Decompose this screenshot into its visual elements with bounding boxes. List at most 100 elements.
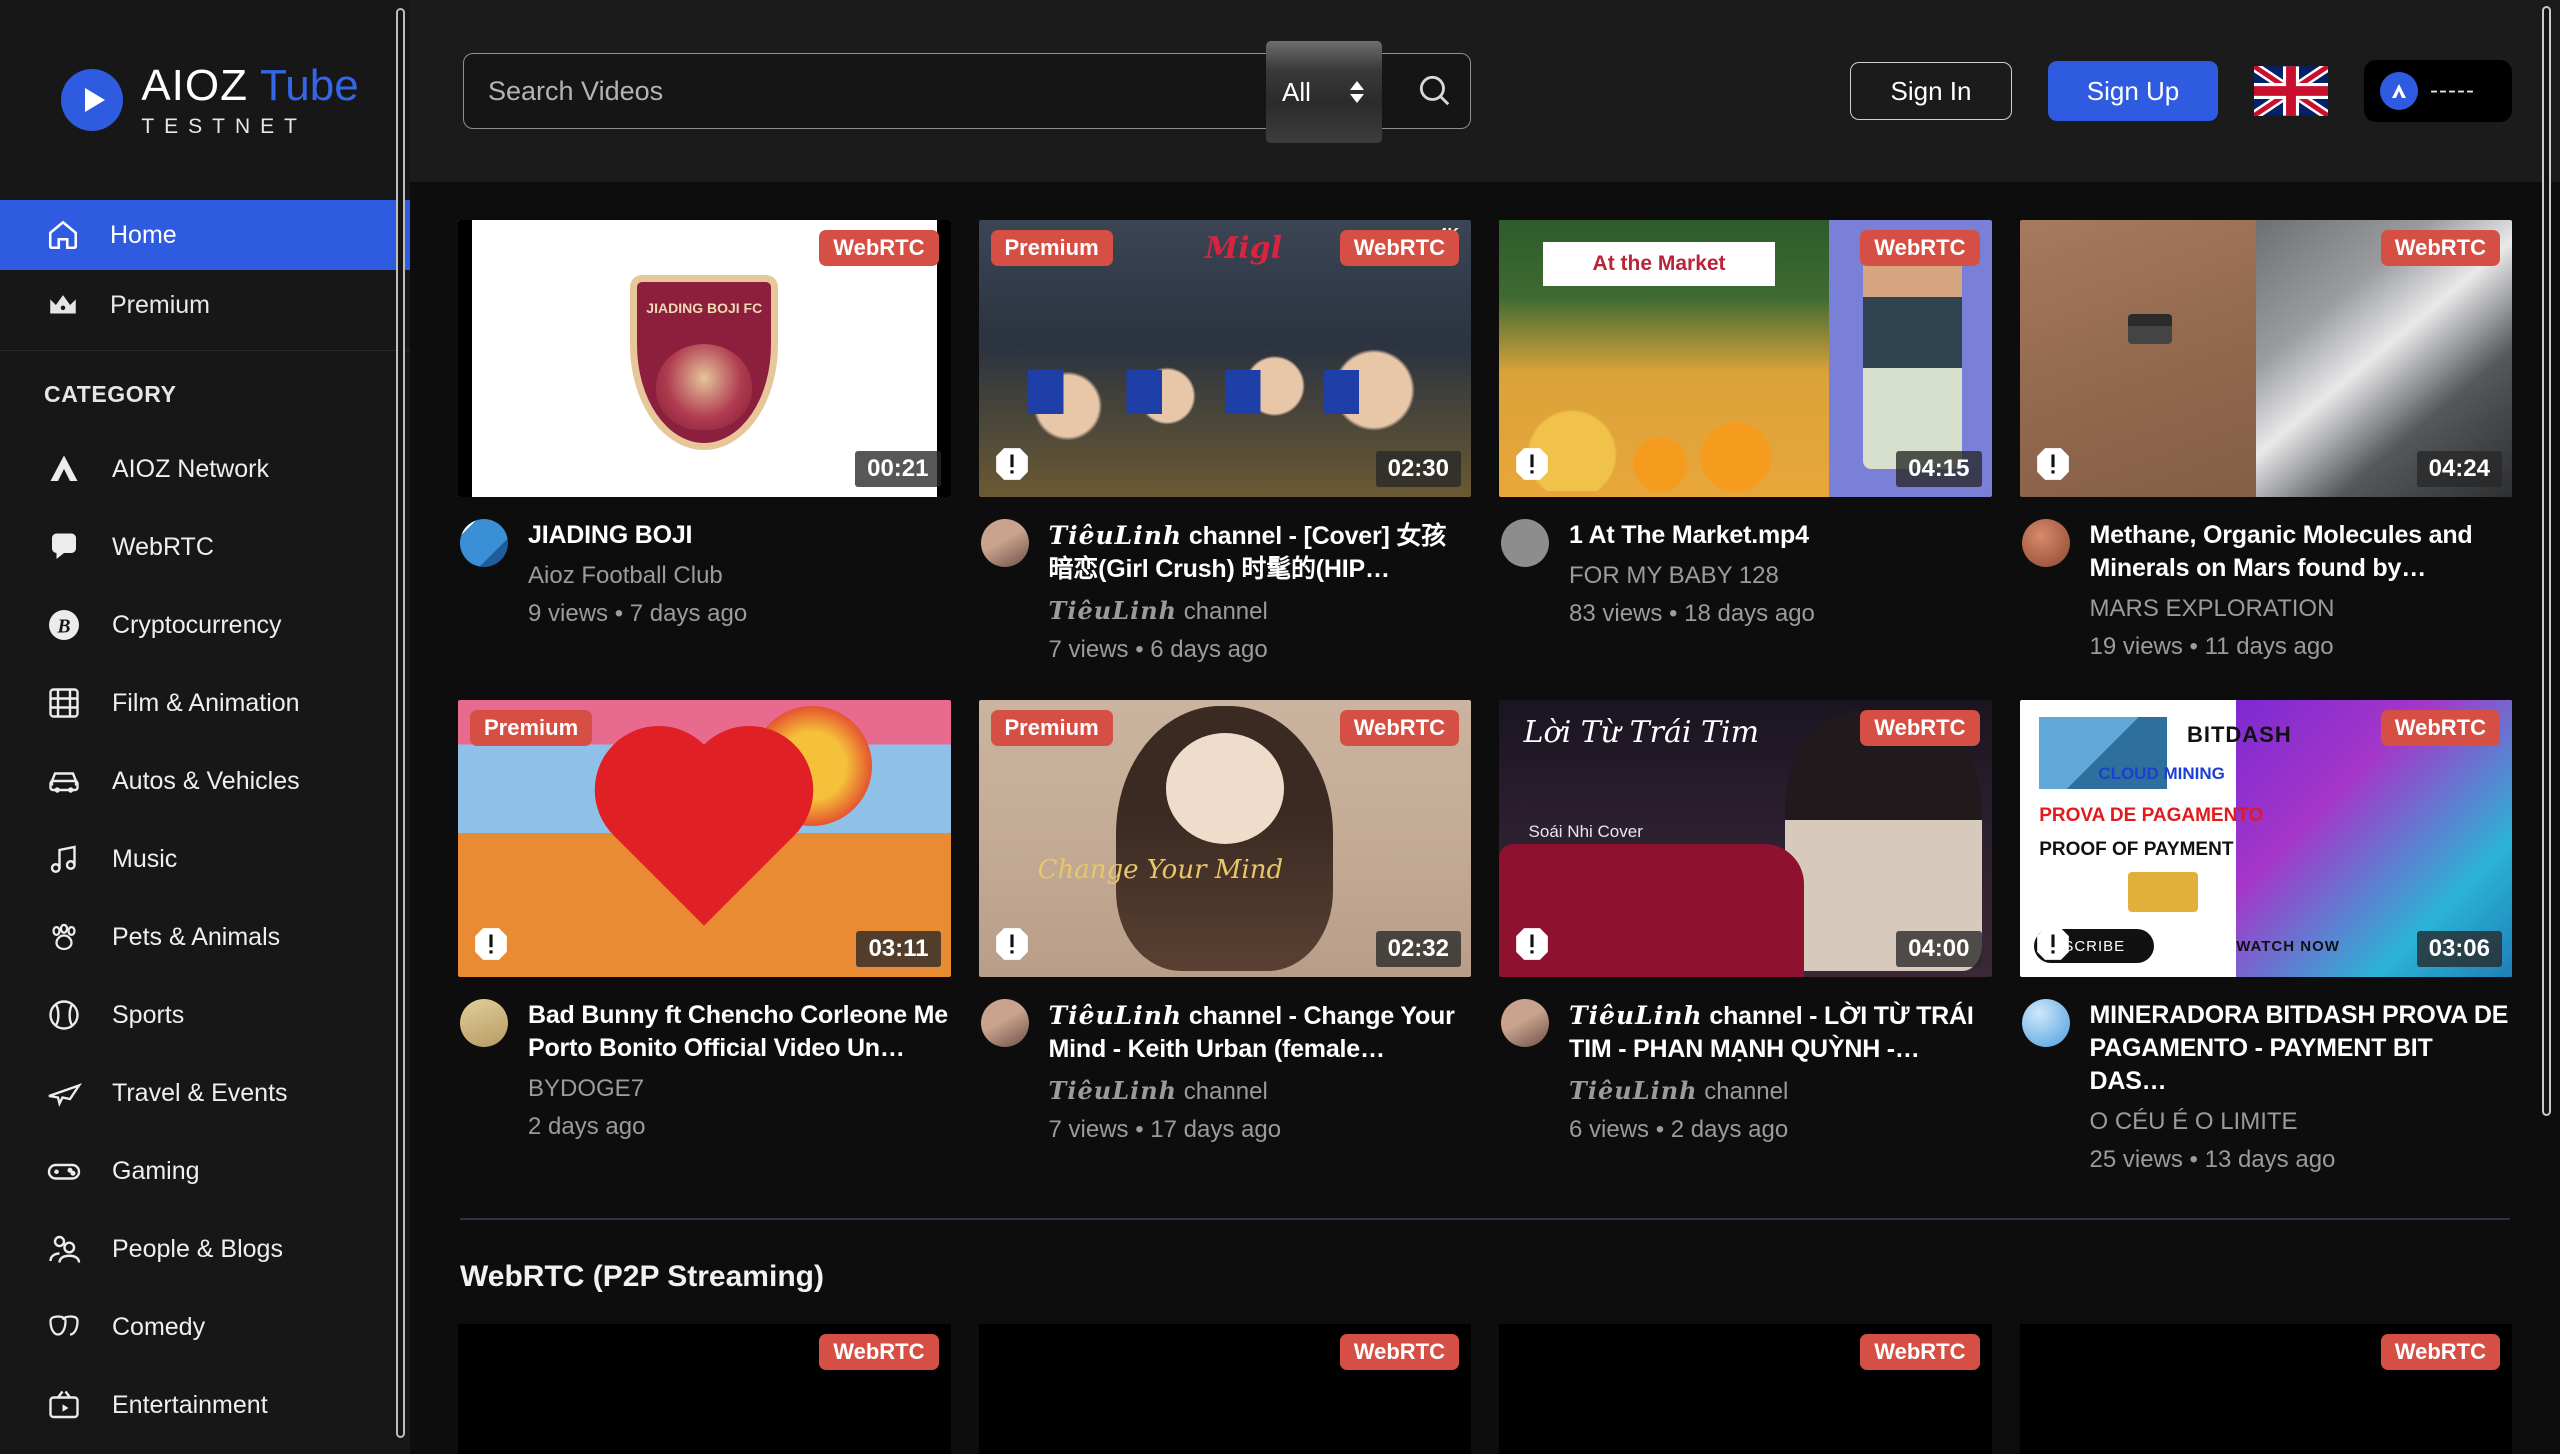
- video-channel[interactable]: TiêuLinh channel: [1049, 1076, 1470, 1106]
- avatar[interactable]: [980, 519, 1029, 567]
- uk-flag-icon[interactable]: [2254, 66, 2328, 116]
- video-card[interactable]: WebRTC: [2019, 1324, 2512, 1454]
- channel-script-name: TiêuLinh: [1048, 1001, 1183, 1030]
- video-thumbnail[interactable]: WebRTC 04:24: [2019, 220, 2512, 497]
- sidebar-item-aioz-network[interactable]: AIOZ Network: [0, 430, 410, 508]
- sidebar-item-entertainment[interactable]: Entertainment: [0, 1366, 410, 1444]
- video-title[interactable]: TiêuLinh channel - Change Your Mind - Ke…: [1049, 999, 1470, 1066]
- video-title[interactable]: TiêuLinh channel - LỜI TỪ TRÁI TIM - PHA…: [1569, 999, 1990, 1066]
- badge-webrtc: WebRTC: [1860, 1334, 1980, 1370]
- sidebar-item-cryptocurrency[interactable]: B Cryptocurrency: [0, 586, 410, 664]
- video-thumbnail[interactable]: JIADING BOJI FC WebRTC 00:21: [458, 220, 951, 497]
- video-thumbnail[interactable]: WebRTC: [1499, 1324, 1992, 1454]
- video-channel[interactable]: FOR MY BABY 128: [1569, 562, 1990, 590]
- wallet-chip[interactable]: -----: [2364, 60, 2512, 122]
- brand-logo[interactable]: AIOZ Tube TESTNET: [0, 0, 410, 200]
- avatar[interactable]: [1501, 999, 1549, 1047]
- avatar[interactable]: [980, 999, 1029, 1047]
- video-channel[interactable]: TiêuLinh channel: [1049, 596, 1470, 626]
- video-title[interactable]: MINERADORA BITDASH PROVA DE PAGAMENTO - …: [2090, 999, 2511, 1098]
- video-card[interactable]: BITDASH CLOUD MINING PROVA DE PAGAMENTO …: [2019, 700, 2512, 1174]
- music-note-icon: [44, 839, 84, 879]
- sign-in-button[interactable]: Sign In: [1850, 62, 2012, 120]
- video-card[interactable]: At the Market WebRTC 04:15 1 At The Mark…: [1499, 220, 1992, 664]
- video-thumbnail[interactable]: Premium 03:11: [458, 700, 951, 977]
- video-title[interactable]: 1 At The Market.mp4: [1569, 519, 1990, 552]
- video-title[interactable]: JIADING BOJI: [528, 519, 949, 552]
- paw-icon: [44, 917, 84, 957]
- video-thumbnail[interactable]: Lời Từ Trái Tim Soái Nhi Cover WebRTC 04…: [1499, 700, 1992, 977]
- video-thumbnail[interactable]: WebRTC: [458, 1324, 951, 1454]
- badge-premium: Premium: [470, 710, 593, 746]
- video-thumbnail[interactable]: Migl 4K Premium WebRTC 02:30: [978, 220, 1471, 497]
- video-stats: 6 views • 2 days ago: [1569, 1116, 1789, 1143]
- sidebar-item-music[interactable]: Music: [0, 820, 410, 898]
- warning-icon: [472, 925, 510, 963]
- sidebar-item-film-animation[interactable]: Film & Animation: [0, 664, 410, 742]
- home-icon: [44, 216, 82, 254]
- video-thumbnail[interactable]: WebRTC: [2019, 1324, 2512, 1454]
- video-stats: 25 views • 13 days ago: [2089, 1146, 2336, 1173]
- search-input[interactable]: [464, 75, 1398, 107]
- search-filter-value: All: [1282, 76, 1311, 107]
- bitcoin-icon: B: [44, 605, 84, 645]
- ball-icon: [44, 995, 84, 1035]
- video-feed: JIADING BOJI FC WebRTC 00:21 JIADING BOJ…: [410, 182, 2560, 1454]
- video-duration: 02:32: [1375, 931, 1461, 967]
- video-thumbnail[interactable]: BITDASH CLOUD MINING PROVA DE PAGAMENTO …: [2019, 700, 2512, 977]
- avatar[interactable]: [1501, 519, 1549, 567]
- avatar[interactable]: [2021, 519, 2070, 567]
- video-card[interactable]: Premium 03:11 Bad Bunny ft Chencho Corle…: [458, 700, 951, 1174]
- sidebar-item-label: AIOZ Network: [112, 454, 269, 483]
- video-title[interactable]: Methane, Organic Molecules and Minerals …: [2090, 519, 2511, 585]
- video-grid: JIADING BOJI FC WebRTC 00:21 JIADING BOJ…: [458, 182, 2512, 1174]
- search-button[interactable]: [1398, 54, 1470, 128]
- video-card[interactable]: WebRTC: [978, 1324, 1471, 1454]
- video-card[interactable]: JIADING BOJI FC WebRTC 00:21 JIADING BOJ…: [458, 220, 951, 664]
- sidebar-item-pets-animals[interactable]: Pets & Animals: [0, 898, 410, 976]
- category-heading: CATEGORY: [44, 381, 177, 407]
- video-card[interactable]: Change Your Mind Premium WebRTC 02:32 Ti…: [978, 700, 1471, 1174]
- stepper-arrows-icon: [1350, 81, 1364, 103]
- sidebar-scrollbar[interactable]: [396, 8, 405, 1438]
- sidebar-item-autos-vehicles[interactable]: Autos & Vehicles: [0, 742, 410, 820]
- video-title[interactable]: Bad Bunny ft Chencho Corleone Me Porto B…: [528, 999, 949, 1065]
- sidebar-item-travel-events[interactable]: Travel & Events: [0, 1054, 410, 1132]
- video-card[interactable]: WebRTC: [1499, 1324, 1992, 1454]
- warning-icon: [2034, 925, 2072, 963]
- video-thumbnail[interactable]: At the Market WebRTC 04:15: [1499, 220, 1992, 497]
- sidebar-item-premium[interactable]: Premium: [0, 270, 410, 340]
- sidebar-item-label: Pets & Animals: [112, 922, 281, 951]
- main-scrollbar[interactable]: [2542, 6, 2551, 1116]
- video-channel[interactable]: TiêuLinh channel: [1569, 1076, 1990, 1106]
- video-card[interactable]: Migl 4K Premium WebRTC 02:30: [978, 220, 1472, 664]
- video-channel[interactable]: MARS EXPLORATION: [2090, 595, 2511, 623]
- avatar[interactable]: [460, 519, 508, 567]
- app-root: AIOZ Tube TESTNET Home Premium CATEGORY: [0, 0, 2560, 1454]
- video-thumbnail[interactable]: WebRTC: [978, 1324, 1471, 1454]
- thumb-watch-label: WATCH NOW: [2236, 937, 2340, 955]
- video-channel[interactable]: O CÉU É O LIMITE: [2090, 1108, 2511, 1136]
- video-meta: TiêuLinh channel - [Cover] 女孩暗恋(Girl Cru…: [979, 497, 1472, 664]
- video-channel[interactable]: Aioz Football Club: [528, 562, 949, 590]
- sign-up-button[interactable]: Sign Up: [2048, 61, 2218, 121]
- video-card[interactable]: WebRTC: [458, 1324, 951, 1454]
- video-card[interactable]: WebRTC 04:24 Methane, Organic Molecules …: [2019, 220, 2513, 664]
- sidebar-item-people-blogs[interactable]: People & Blogs: [0, 1210, 410, 1288]
- video-meta: Methane, Organic Molecules and Minerals …: [2020, 497, 2513, 661]
- video-stats: 2 days ago: [528, 1113, 646, 1140]
- sidebar-item-sports[interactable]: Sports: [0, 976, 410, 1054]
- people-icon: [44, 1229, 84, 1269]
- sidebar-item-webrtc[interactable]: WebRTC: [0, 508, 410, 586]
- sidebar-item-home[interactable]: Home: [0, 200, 410, 270]
- sidebar-item-gaming[interactable]: Gaming: [0, 1132, 410, 1210]
- video-card[interactable]: Lời Từ Trái Tim Soái Nhi Cover WebRTC 04…: [1499, 700, 1992, 1174]
- sidebar-item-comedy[interactable]: Comedy: [0, 1288, 410, 1366]
- video-channel[interactable]: BYDOGE7: [528, 1075, 949, 1103]
- search-filter-select[interactable]: All: [1266, 41, 1382, 143]
- video-thumbnail[interactable]: Change Your Mind Premium WebRTC 02:32: [978, 700, 1471, 977]
- video-title[interactable]: TiêuLinh channel - [Cover] 女孩暗恋(Girl Cru…: [1049, 519, 1470, 586]
- thumb-text: Change Your Mind: [1037, 855, 1284, 886]
- avatar[interactable]: [460, 999, 508, 1047]
- avatar[interactable]: [2021, 999, 2070, 1047]
